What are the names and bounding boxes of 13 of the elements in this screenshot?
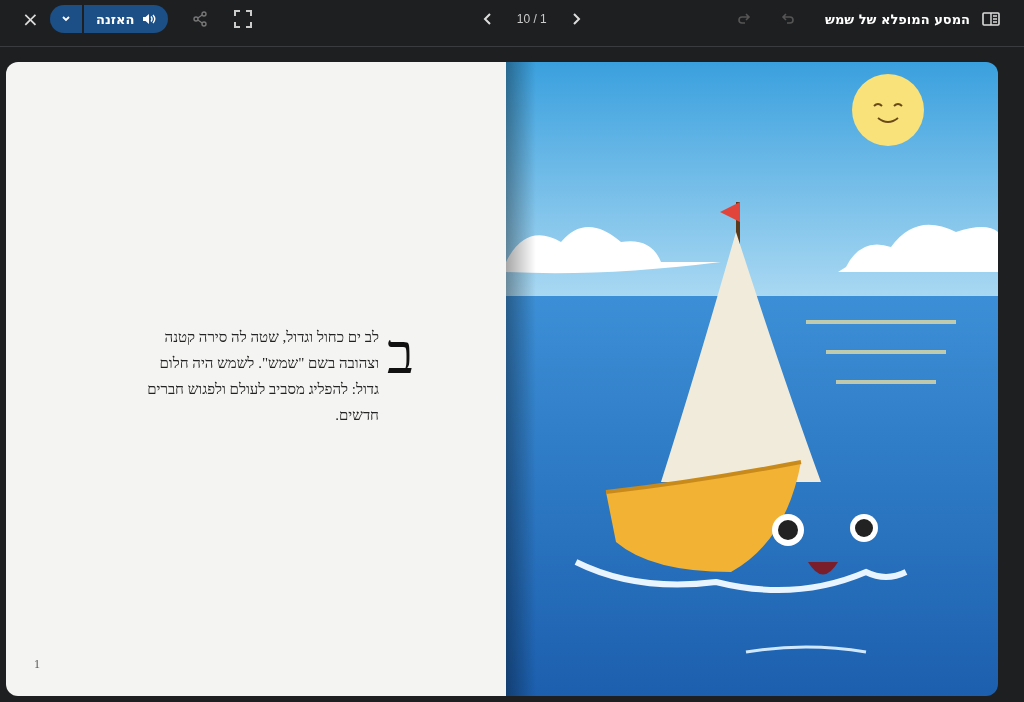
book-icon bbox=[982, 12, 1000, 26]
share-icon[interactable] bbox=[192, 11, 209, 27]
close-button[interactable]: × bbox=[22, 7, 38, 31]
page-number: 1 bbox=[34, 657, 40, 672]
page-counter: 10 / 1 bbox=[516, 12, 547, 26]
drop-cap: ב bbox=[387, 332, 414, 376]
speaker-icon bbox=[142, 13, 157, 25]
chevron-down-icon bbox=[61, 15, 71, 23]
book-title: המסע המופלא של שמש bbox=[825, 11, 970, 27]
dropdown-button[interactable] bbox=[50, 5, 82, 33]
listen-button[interactable]: האזנה bbox=[84, 5, 169, 33]
story-paragraph: לב ים כחול וגדול, שטה לה סירה קטנה וצהובה בשם "שמש". לשמש היה חלום גדול: להפליג מסביב לעולם ולפגוש חברים חדשים. bbox=[146, 328, 379, 425]
fullscreen-icon[interactable] bbox=[234, 10, 253, 28]
